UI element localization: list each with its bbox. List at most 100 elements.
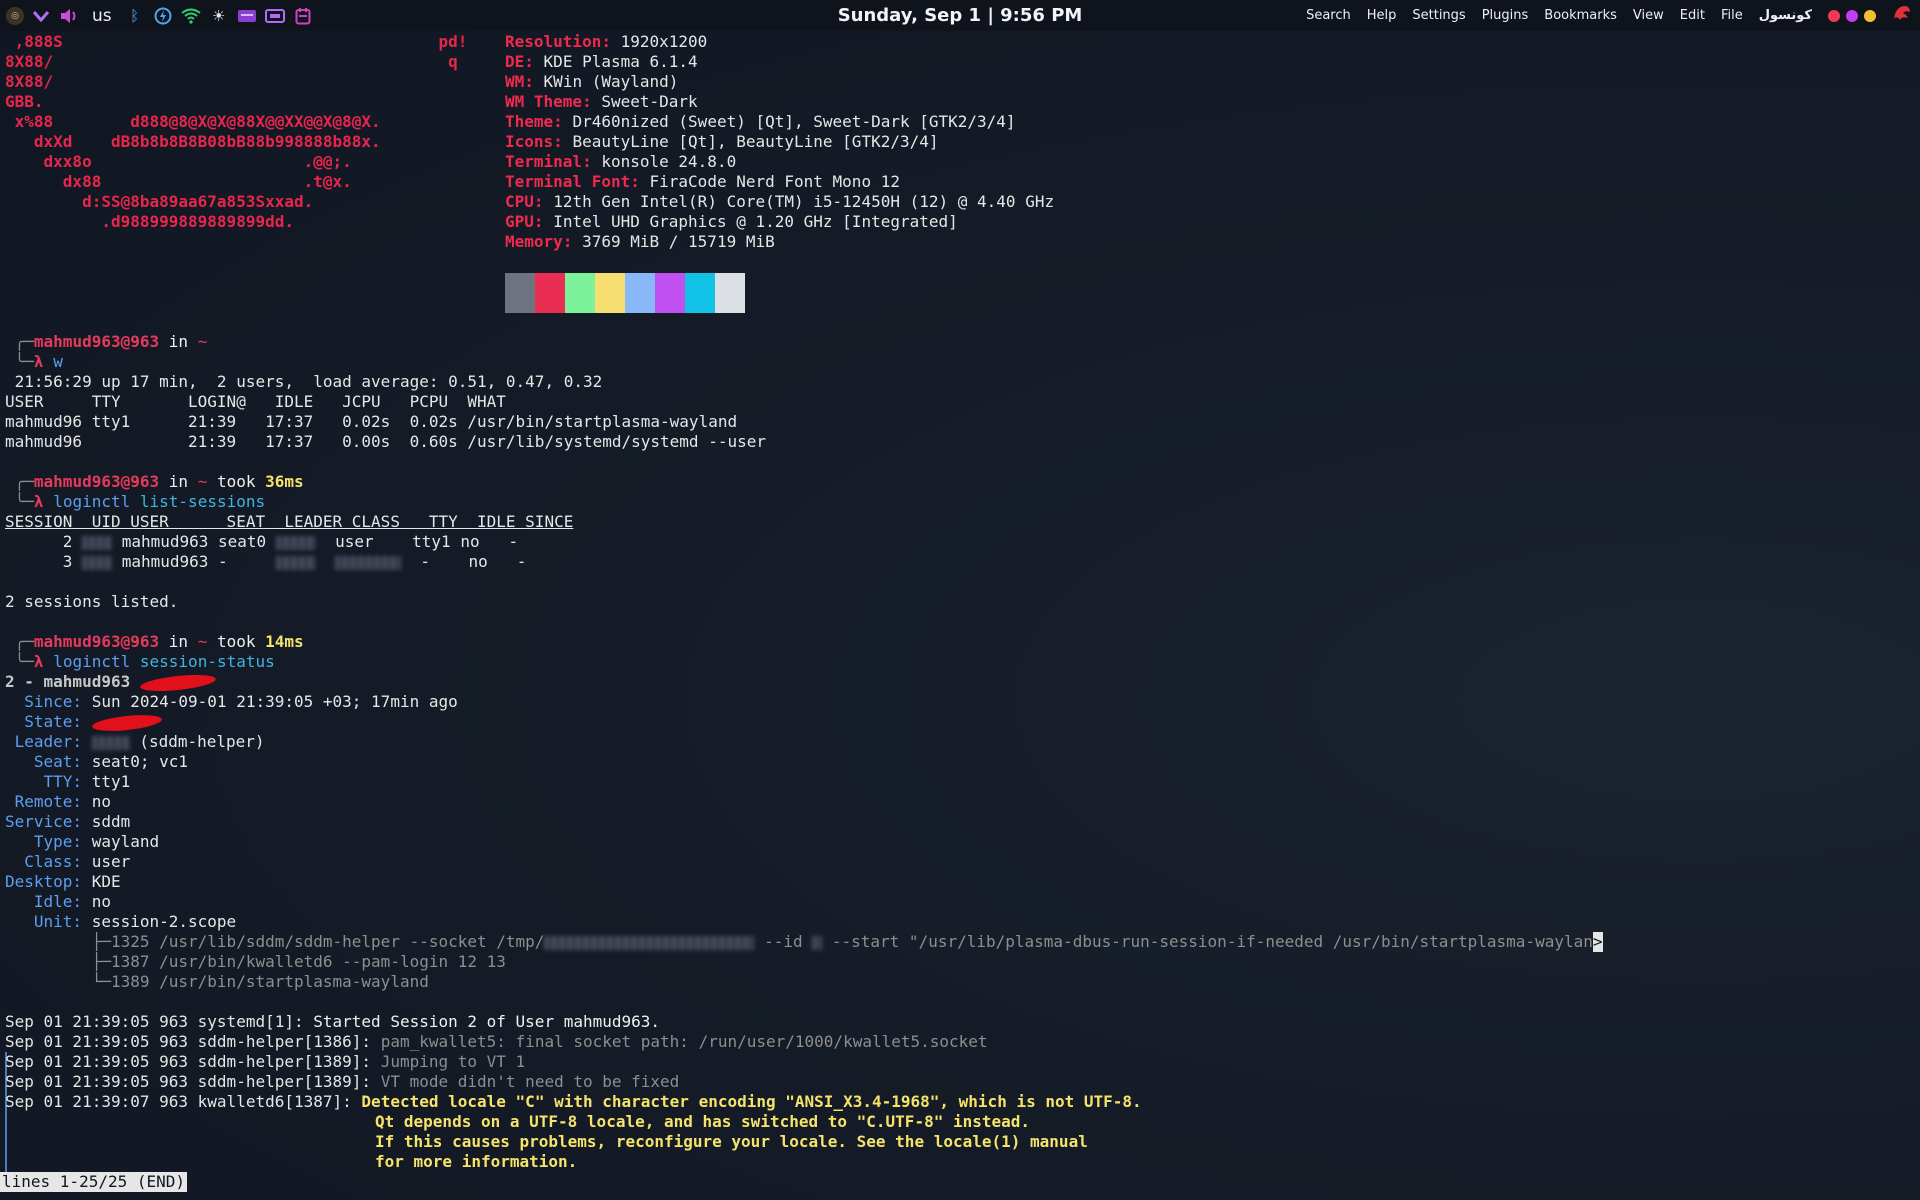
- status-field: Seat: seat0; vc1: [5, 752, 189, 771]
- brightness-icon[interactable]: ☀: [208, 5, 230, 27]
- minimize-window-button[interactable]: [1864, 9, 1876, 22]
- menu-file[interactable]: File: [1721, 8, 1743, 23]
- output-line: 2 sessions listed.: [5, 592, 179, 611]
- redaction-scribble: [91, 711, 163, 734]
- ascii-line: .d988999889889899dd.: [5, 212, 294, 231]
- palette-swatch: [565, 273, 595, 313]
- journal-continuation: If this causes problems, reconfigure you…: [375, 1132, 1088, 1151]
- garuda-logo-icon[interactable]: [1892, 4, 1912, 27]
- palette-swatch: [715, 273, 745, 313]
- battery-icon[interactable]: [152, 5, 174, 27]
- keyboard-layout-indicator[interactable]: us: [92, 6, 112, 26]
- redacted-block: [275, 555, 316, 570]
- redacted-block: [335, 555, 402, 570]
- journal-line: Sep 01 21:39:05 963 sddm-helper[1389]: J…: [5, 1052, 526, 1071]
- redaction-scribble: [139, 671, 217, 694]
- close-window-button[interactable]: [1828, 9, 1840, 22]
- info-row: Theme: Dr460nized (Sweet) [Qt], Sweet-Da…: [505, 112, 1016, 131]
- prompt-line: ╭─mahmud963@963 in ~ took 14ms: [5, 632, 304, 651]
- prompt-line: ╭─mahmud963@963 in ~ took 36ms: [5, 472, 304, 491]
- process-tree-line: ├─1387 /usr/bin/kwalletd6 --pam-login 12…: [5, 952, 506, 971]
- status-field: Service: sddm: [5, 812, 131, 831]
- process-tree-line: └─1389 /usr/bin/startplasma-wayland: [5, 972, 429, 991]
- ascii-line: dxXd dB8b8b8B8B08bB88b998888b88x.: [5, 132, 381, 151]
- volume-icon[interactable]: [58, 5, 80, 27]
- redacted-block: [275, 535, 316, 550]
- redacted-block: [82, 555, 113, 570]
- palette-swatch: [505, 273, 535, 313]
- info-row: CPU: 12th Gen Intel(R) Core(TM) i5-12450…: [505, 192, 1055, 211]
- menu-view[interactable]: View: [1633, 8, 1664, 23]
- info-row: DE: KDE Plasma 6.1.4: [505, 52, 698, 71]
- table-row: 3 mahmud963 - - no -: [5, 552, 527, 571]
- journal-line: Sep 01 21:39:05 963 sddm-helper[1389]: V…: [5, 1072, 680, 1091]
- info-row: WM: KWin (Wayland): [505, 72, 679, 91]
- window-controls: [1828, 9, 1876, 22]
- app-title: كونسول: [1758, 8, 1812, 23]
- info-row: Terminal: konsole 24.8.0: [505, 152, 737, 171]
- redacted-block: [544, 935, 755, 950]
- output-line: mahmud96 21:39 17:37 0.00s 0.60s /usr/li…: [5, 432, 766, 451]
- status-field: Desktop: KDE: [5, 872, 121, 891]
- ascii-line: dx88 .t@x.: [5, 172, 352, 191]
- journal-line: Sep 01 21:39:05 963 systemd[1]: Started …: [5, 1012, 661, 1031]
- status-field: Since: Sun 2024-09-01 21:39:05 +03; 17mi…: [5, 692, 458, 711]
- status-field: Unit: session-2.scope: [5, 912, 237, 931]
- ascii-line: 8X88/ q: [5, 52, 458, 71]
- ascii-line: d:SS@8ba89aa67a853Sxxad.: [5, 192, 314, 211]
- system-tray: ◎ us ᛒ ☀: [0, 5, 314, 27]
- redacted-block: [91, 735, 130, 750]
- palette-swatch: [625, 273, 655, 313]
- ascii-line: dxx8o .@@;.: [5, 152, 352, 171]
- panel-clock[interactable]: Sunday, Sep 1 | 9:56 PM: [838, 5, 1083, 26]
- ascii-line: 8X88/: [5, 72, 54, 91]
- menu-help[interactable]: Help: [1367, 8, 1397, 23]
- ascii-line: GBB.: [5, 92, 44, 111]
- app-launcher-icon[interactable]: ◎: [6, 6, 24, 25]
- palette-swatch: [685, 273, 715, 313]
- bluetooth-icon[interactable]: ᛒ: [124, 5, 146, 27]
- color-palette: [505, 273, 745, 313]
- command-line: ╰─λ loginctl list-sessions: [5, 492, 266, 511]
- journal-line: Sep 01 21:39:05 963 sddm-helper[1386]: p…: [5, 1032, 988, 1051]
- info-row: Icons: BeautyLine [Qt], BeautyLine [GTK2…: [505, 132, 939, 151]
- status-field: Type: wayland: [5, 832, 160, 851]
- redacted-block: [812, 935, 823, 950]
- menu-plugins[interactable]: Plugins: [1482, 8, 1529, 23]
- output-line: mahmud96 tty1 21:39 17:37 0.02s 0.02s /u…: [5, 412, 738, 431]
- journal-continuation: for more information.: [375, 1152, 578, 1171]
- pager-status: lines 1-25/25 (END): [0, 1172, 188, 1192]
- status-field: Leader: (sddm-helper): [5, 732, 265, 751]
- status-field: Idle: no: [5, 892, 111, 911]
- status-field: TTY: tty1: [5, 772, 131, 791]
- status-field: Remote: no: [5, 792, 111, 811]
- palette-swatch: [535, 273, 565, 313]
- top-panel: ◎ us ᛒ ☀ Sunday, Sep 1 | 9:56 PM Search …: [0, 0, 1920, 31]
- maximize-window-button[interactable]: [1846, 9, 1858, 22]
- process-tree-line: ├─1325 /usr/lib/sddm/sddm-helper --socke…: [5, 932, 1603, 952]
- wifi-icon[interactable]: [180, 5, 202, 27]
- output-line: 21:56:29 up 17 min, 2 users, load averag…: [5, 372, 603, 391]
- table-header: SESSION UID USER SEAT LEADER CLASS TTY I…: [5, 512, 574, 531]
- command-line: ╰─λ w: [5, 352, 63, 371]
- menu-search[interactable]: Search: [1306, 8, 1351, 23]
- ascii-line: x%88 d888@8@X@X@88X@@XX@@X@8@X.: [5, 112, 381, 131]
- info-row: WM Theme: Sweet-Dark: [505, 92, 698, 111]
- ascii-line: ,888S pd!: [5, 32, 468, 51]
- calendar-icon[interactable]: [292, 5, 314, 27]
- table-row: 2 mahmud963 seat0 user tty1 no -: [5, 532, 519, 551]
- palette-swatch: [595, 273, 625, 313]
- menu-bookmarks[interactable]: Bookmarks: [1544, 8, 1617, 23]
- status-field: Class: user: [5, 852, 131, 871]
- prompt-line: ╭─mahmud963@963 in ~: [5, 332, 208, 351]
- menu-settings[interactable]: Settings: [1412, 8, 1465, 23]
- tray-app-icon[interactable]: [236, 5, 258, 27]
- chevron-down-icon[interactable]: [30, 5, 52, 27]
- journal-line: Sep 01 21:39:07 963 kwalletd6[1387]: Det…: [5, 1092, 1142, 1111]
- info-row: Memory: 3769 MiB / 15719 MiB: [505, 232, 775, 251]
- tray-app-icon-2[interactable]: [264, 5, 286, 27]
- menu-edit[interactable]: Edit: [1680, 8, 1705, 23]
- redacted-block: [82, 535, 113, 550]
- info-row: GPU: Intel UHD Graphics @ 1.20 GHz [Inte…: [505, 212, 958, 231]
- output-line: USER TTY LOGIN@ IDLE JCPU PCPU WHAT: [5, 392, 506, 411]
